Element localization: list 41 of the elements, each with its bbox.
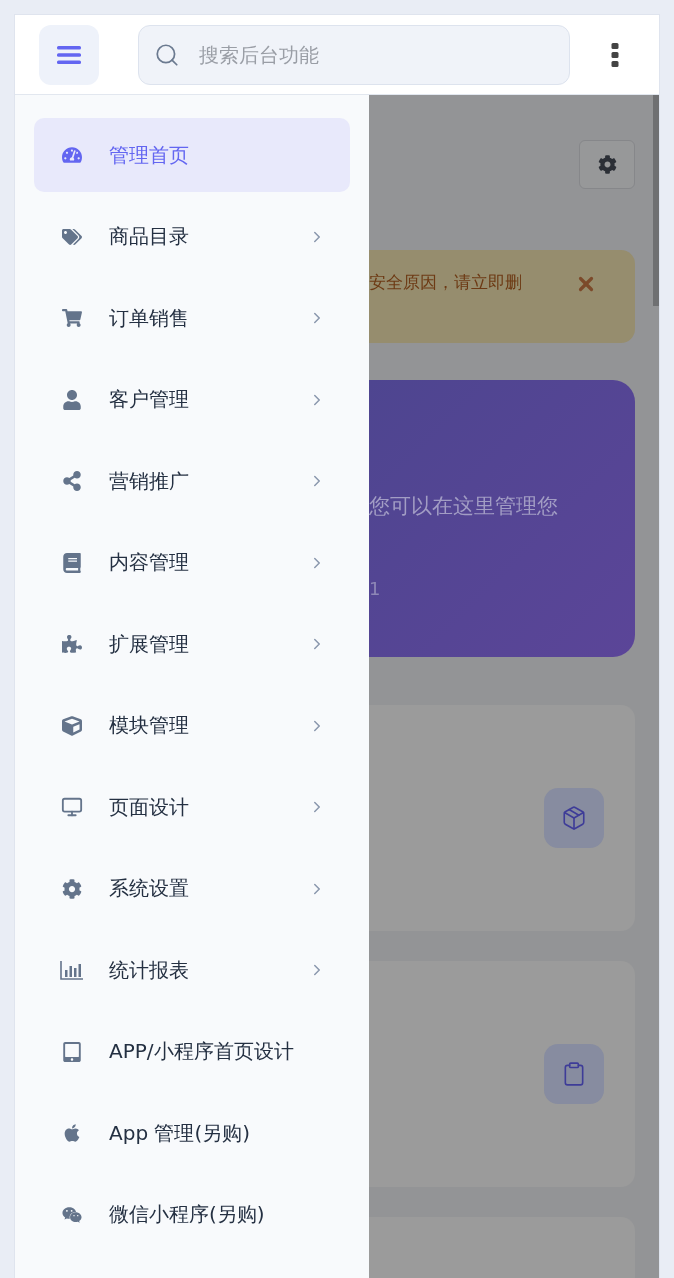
bar-chart-icon: [60, 960, 84, 980]
sidebar-item[interactable]: 商品目录: [34, 199, 350, 274]
user-icon: [62, 389, 82, 410]
book-icon: [62, 552, 82, 573]
more-icon: [611, 42, 619, 67]
menu-icon: [57, 44, 81, 65]
scrollbar[interactable]: [653, 95, 659, 306]
apple-icon: [62, 1123, 82, 1143]
sidebar-item[interactable]: 管理首页: [34, 118, 350, 192]
sidebar-item[interactable]: 内容管理: [34, 525, 350, 600]
share-icon: [62, 471, 82, 491]
banner-text: 您可以在这里管理您: [369, 493, 559, 520]
settings-icon: [597, 155, 617, 174]
sidebar-item[interactable]: 系统设置: [34, 851, 350, 926]
tablet-icon: [62, 1041, 82, 1062]
banner-subtext: 1: [369, 578, 382, 599]
sidebar-item[interactable]: 页面设计: [34, 770, 350, 844]
monitor-icon: [61, 796, 83, 818]
sidebar-item[interactable]: 营销推广: [34, 444, 350, 518]
sidebar-item[interactable]: APP/小程序首页设计: [34, 1014, 350, 1089]
puzzle-icon: [62, 634, 82, 654]
clipboard-icon: [544, 1044, 604, 1104]
search-field[interactable]: 搜索后台功能: [138, 24, 570, 85]
gauge-icon: [62, 145, 82, 165]
menu-button[interactable]: [39, 24, 99, 85]
sidebar-item[interactable]: 扩展管理: [34, 607, 350, 681]
sidebar-item[interactable]: 客户管理: [34, 362, 350, 437]
cube-icon: [62, 715, 82, 736]
search-icon: [154, 41, 180, 68]
tags-icon: [62, 226, 82, 247]
settings-icon: [62, 878, 82, 899]
sidebar-item[interactable]: 模块管理: [34, 688, 350, 763]
alert-text: 安全原因，请立即删: [369, 271, 522, 294]
box-icon: [544, 788, 604, 848]
sidebar-item[interactable]: 统计报表: [34, 933, 350, 1007]
settings-button[interactable]: [579, 140, 635, 189]
sidebar-item[interactable]: 订单销售: [34, 281, 350, 355]
chat-bubbles-icon: [62, 1204, 82, 1225]
sidebar-item[interactable]: 微信小程序(另购): [34, 1177, 350, 1252]
sidebar-item[interactable]: App 管理(另购): [34, 1096, 350, 1170]
cart-icon: [62, 308, 82, 328]
